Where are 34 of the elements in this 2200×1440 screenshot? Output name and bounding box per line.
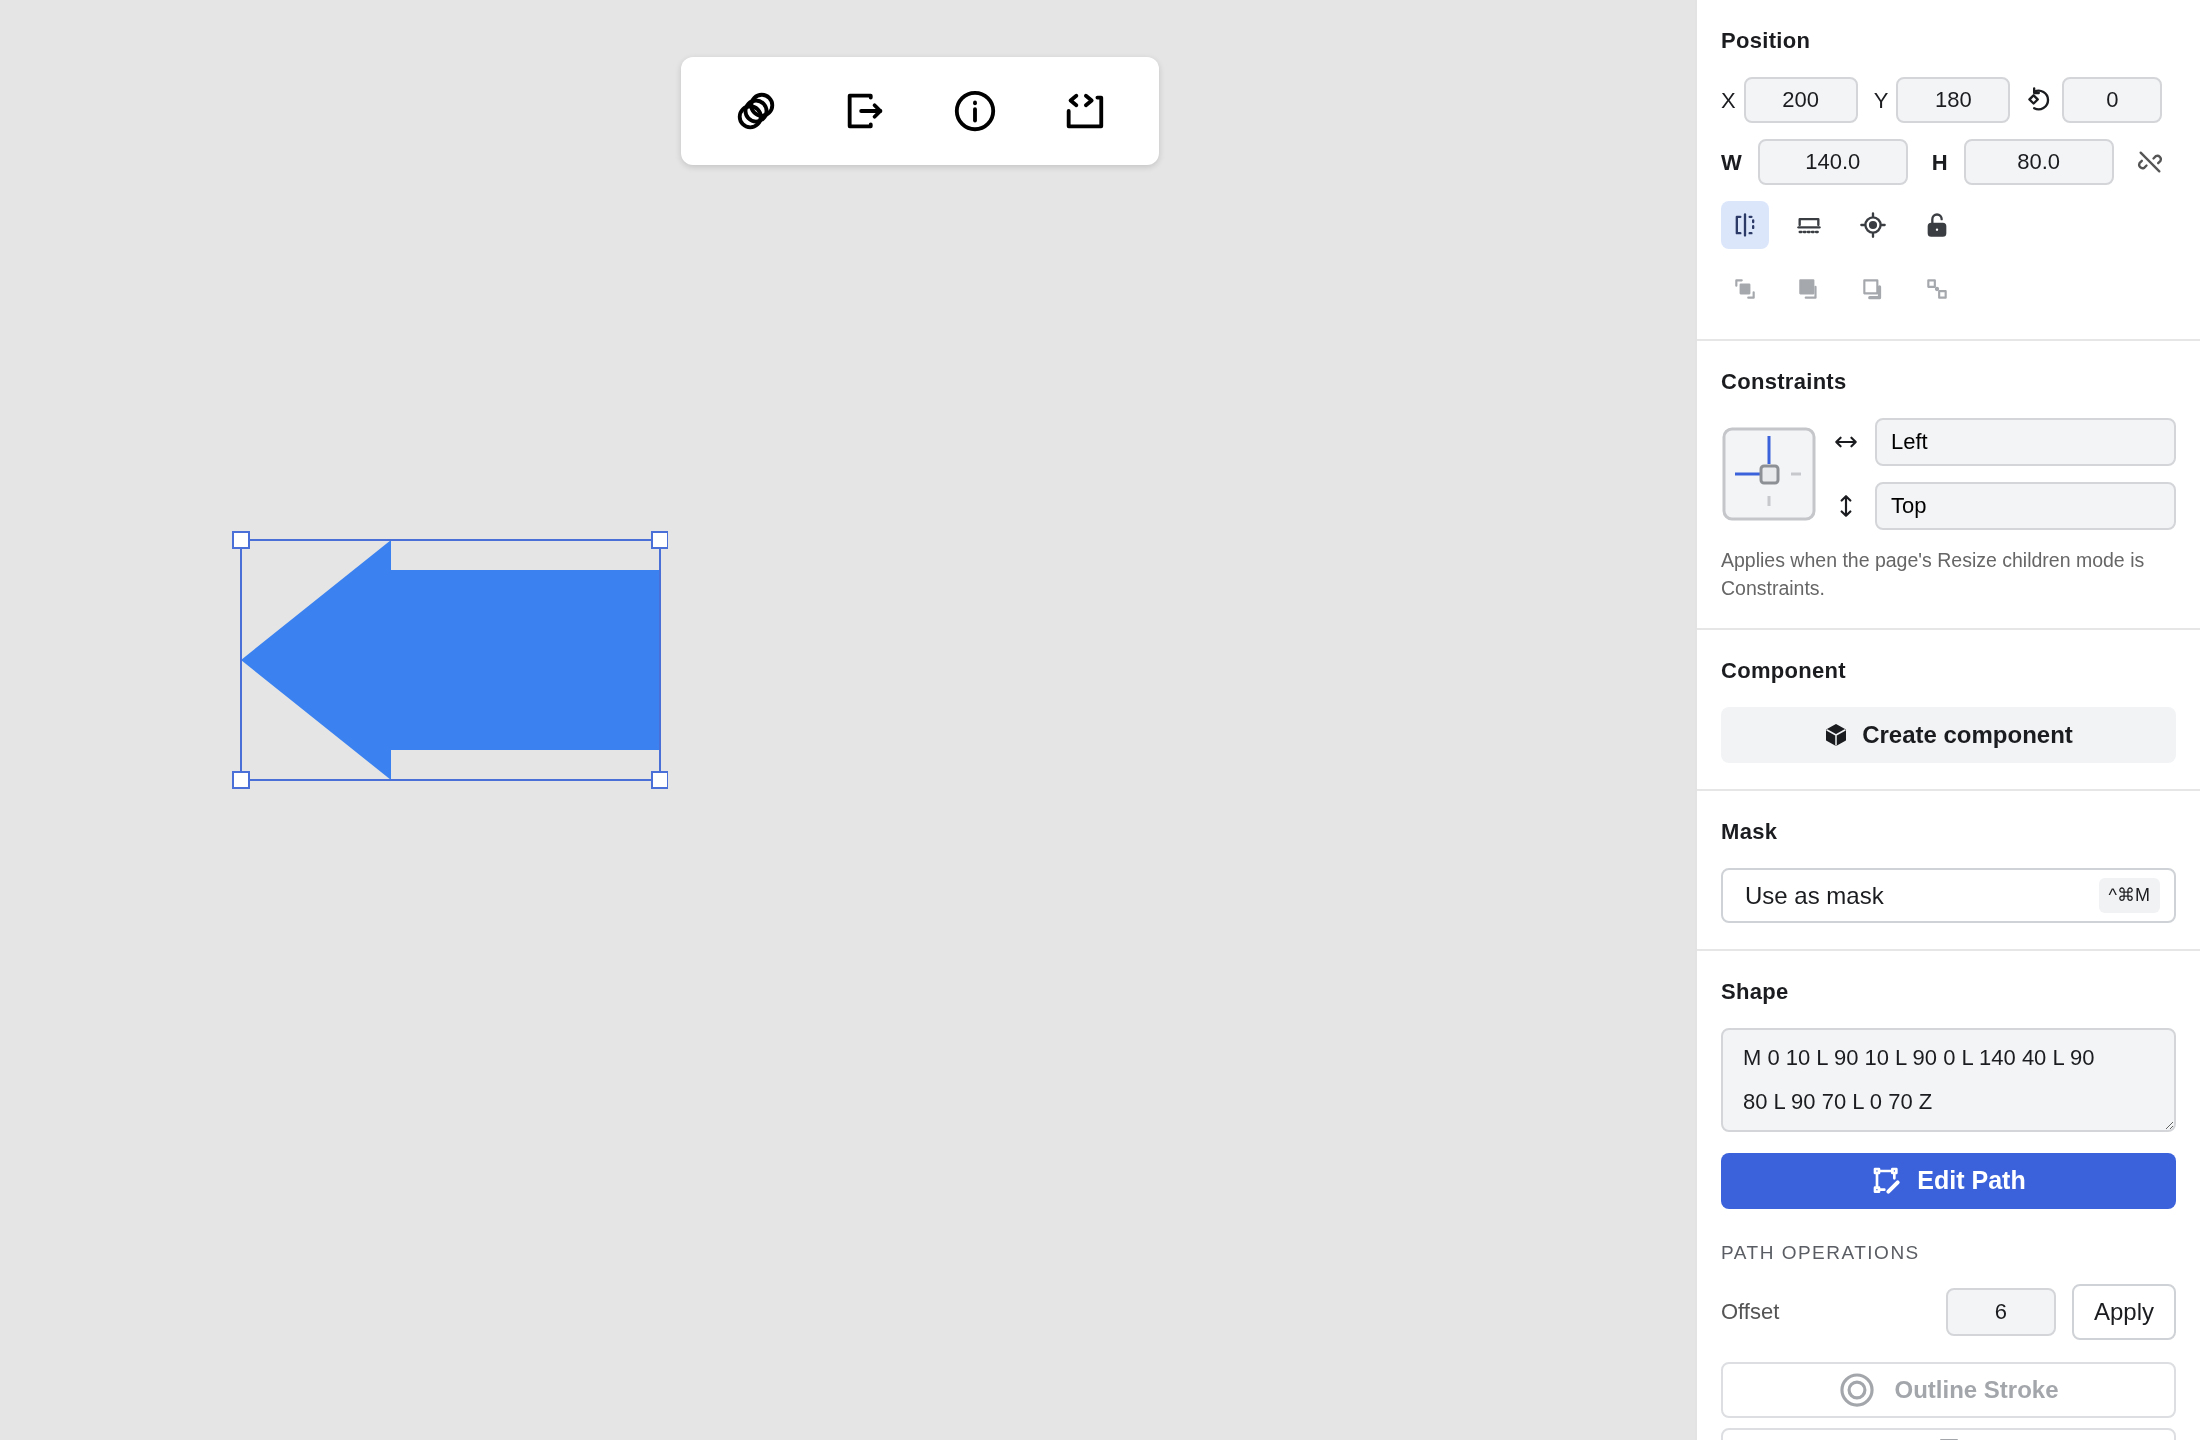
toggle-button[interactable] xyxy=(1721,201,1769,249)
path-data-field[interactable]: M 0 10 L 90 10 L 90 0 L 140 40 L 90 80 L 90 70 L 0 70 Z xyxy=(1721,1028,2176,1132)
y-label: Y xyxy=(1873,86,1889,115)
height-field[interactable]: 80.0 xyxy=(1963,139,2114,185)
section-title: Position xyxy=(1721,27,1812,55)
x-field[interactable]: 200 xyxy=(1743,77,1858,123)
x-label: X xyxy=(1721,86,1736,115)
rotation-field[interactable]: 0 xyxy=(2062,77,2163,123)
subsection-title: PATH OPERATIONS xyxy=(1721,1241,1921,1265)
width-field[interactable]: 140.0 xyxy=(1757,139,1908,185)
section-title: Mask xyxy=(1721,818,1779,846)
constraints-diagram[interactable] xyxy=(1721,426,1817,522)
y-field[interactable]: 180 xyxy=(1896,77,2011,123)
section-title: Shape xyxy=(1721,978,1790,1006)
use-as-mask-button[interactable]: Use as mask ^⌘M xyxy=(1721,868,2176,923)
help-text: Applies when the page's Resize children mode is Constraints. xyxy=(1721,548,2146,601)
bring-forward-icon xyxy=(1732,276,1758,302)
concentric-circles-icon xyxy=(1838,1370,1877,1409)
target-icon xyxy=(1859,211,1887,239)
offset-field[interactable]: 6 xyxy=(1945,1287,2056,1336)
h-label: H xyxy=(1931,148,1948,177)
apply-button[interactable]: Apply xyxy=(2071,1283,2176,1340)
create-component-button[interactable]: Create component xyxy=(1721,707,2176,763)
vertical-constraint-field[interactable]: Top xyxy=(1875,482,2176,530)
offset-label: Offset xyxy=(1721,1298,1781,1326)
section-title: Constraints xyxy=(1721,368,1848,396)
edit-path-button[interactable]: Edit Path xyxy=(1721,1153,2176,1209)
broken-link-icon xyxy=(2135,148,2164,176)
cube-icon xyxy=(1824,723,1849,747)
send-backward-icon xyxy=(1924,276,1950,302)
section-title: Component xyxy=(1721,657,1847,685)
shortcut-hint: ^⌘M xyxy=(2098,878,2160,913)
w-label: W xyxy=(1721,148,1742,177)
horizontal-constraint-field[interactable]: Left xyxy=(1875,418,2176,466)
